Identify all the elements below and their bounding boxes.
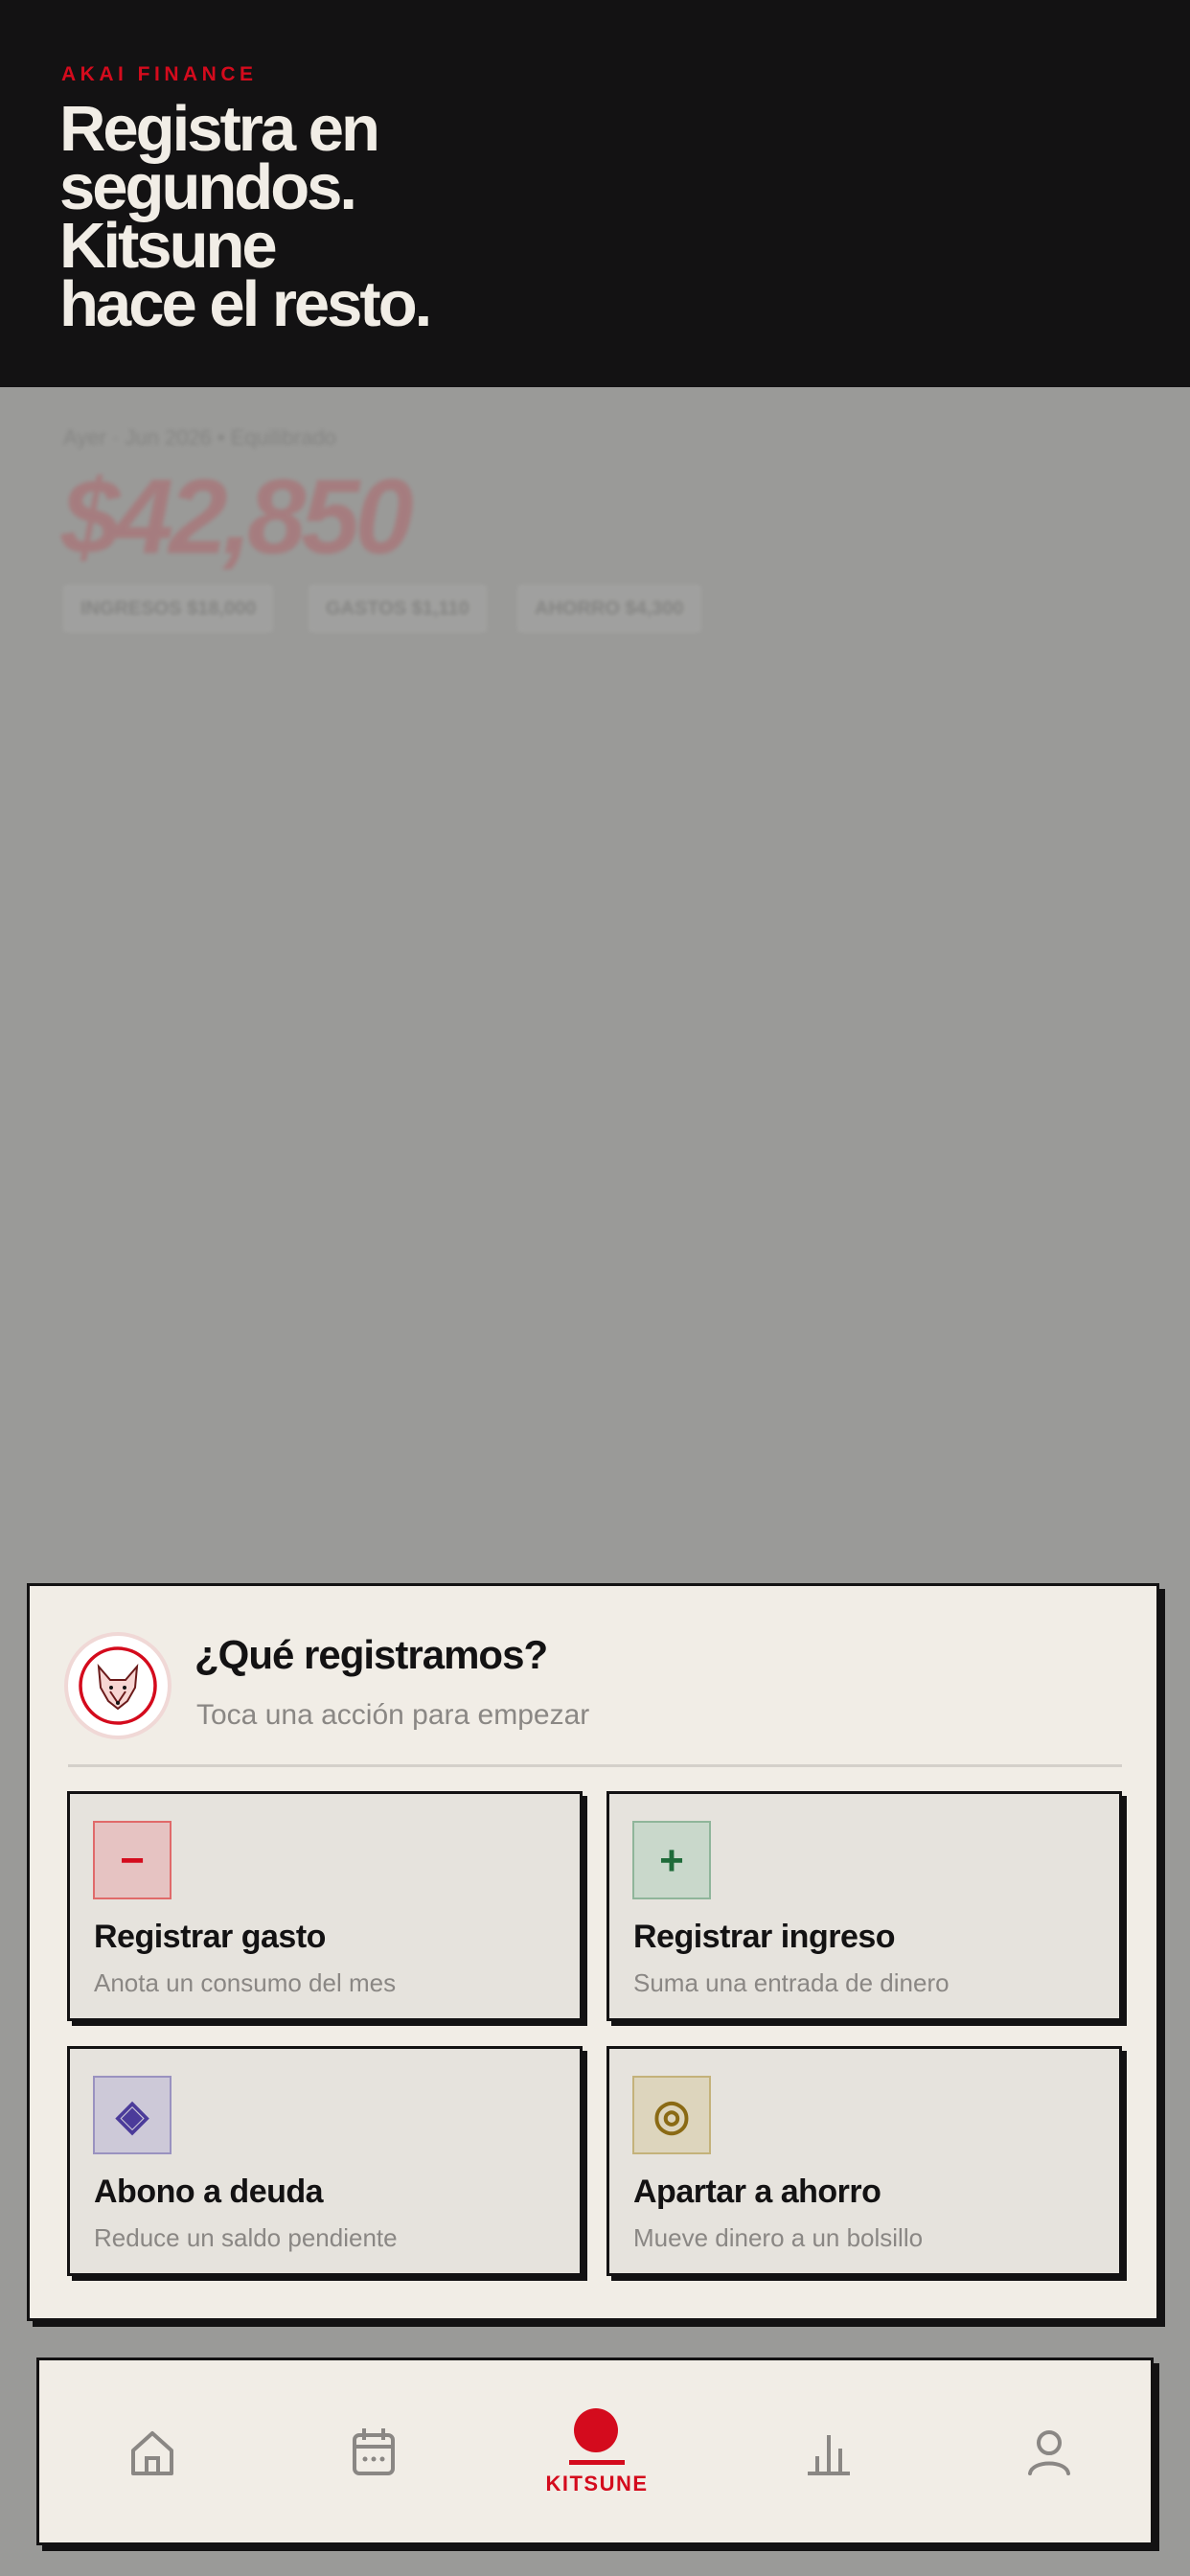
home-icon [131, 2431, 173, 2475]
action-sheet: ¿Qué registramos? Toca una acción para e… [27, 1583, 1159, 2321]
active-indicator [569, 2460, 625, 2465]
diamond-icon: ◈ [93, 2076, 172, 2154]
fox-avatar [68, 1636, 168, 1736]
nav-kitsune[interactable]: KITSUNE [545, 2408, 651, 2504]
nav-home[interactable] [114, 2414, 191, 2491]
income-chip: INGRESOS $18,000 [63, 585, 274, 632]
savings-chip: AHORRO $4,300 [517, 585, 701, 632]
fox-icon [79, 1646, 157, 1725]
nav-stats[interactable] [790, 2414, 867, 2491]
card-subtitle: Reduce un saldo pendiente [94, 2223, 398, 2252]
nav-calendar[interactable] [335, 2414, 412, 2491]
target-icon: ◎ [632, 2076, 711, 2154]
card-title: Registrar gasto [94, 1919, 326, 1955]
debt-payment-action-card[interactable]: ◈ Abono a deuda Reduce un saldo pendient… [67, 2046, 583, 2276]
income-action-card[interactable]: + Registrar ingreso Suma una entrada de … [606, 1791, 1122, 2021]
sheet-title: ¿Qué registramos? [195, 1632, 548, 1677]
kitsune-dot-icon [574, 2408, 618, 2452]
profile-icon [1028, 2430, 1070, 2475]
card-title: Abono a deuda [94, 2174, 324, 2210]
plus-icon: + [632, 1821, 711, 1899]
divider [68, 1764, 1122, 1767]
headline-line: Registra en [59, 93, 380, 165]
sheet-subtitle: Toca una acción para empezar [196, 1699, 590, 1731]
card-subtitle: Mueve dinero a un bolsillo [633, 2223, 924, 2252]
headline-line: segundos. [59, 151, 357, 223]
headline-line: hace el resto. [59, 268, 432, 340]
brand-label: AKAI FINANCE [61, 63, 258, 85]
header: AKAI FINANCE Registra en segundos. Kitsu… [0, 0, 1190, 387]
expenses-chip: GASTOS $1,110 [309, 585, 487, 632]
nav-profile[interactable] [1011, 2414, 1087, 2491]
card-title: Apartar a ahorro [633, 2174, 881, 2210]
kitsune-label: KITSUNE [545, 2472, 649, 2496]
minus-icon: − [93, 1821, 172, 1899]
chart-icon [808, 2435, 850, 2475]
headline-line: Kitsune [59, 210, 278, 282]
balance-amount: $42,850 [61, 458, 414, 576]
card-title: Registrar ingreso [633, 1919, 896, 1955]
period-label: Ayer · Jun 2026 • Equilibrado [63, 426, 336, 449]
bottom-nav: KITSUNE [36, 2358, 1154, 2545]
calendar-icon [353, 2428, 395, 2475]
headline: Registra en segundos. Kitsune hace el re… [59, 93, 432, 340]
savings-action-card[interactable]: ◎ Apartar a ahorro Mueve dinero a un bol… [606, 2046, 1122, 2276]
card-subtitle: Suma una entrada de dinero [633, 1968, 950, 1997]
card-subtitle: Anota un consumo del mes [94, 1968, 397, 1997]
expense-action-card[interactable]: − Registrar gasto Anota un consumo del m… [67, 1791, 583, 2021]
